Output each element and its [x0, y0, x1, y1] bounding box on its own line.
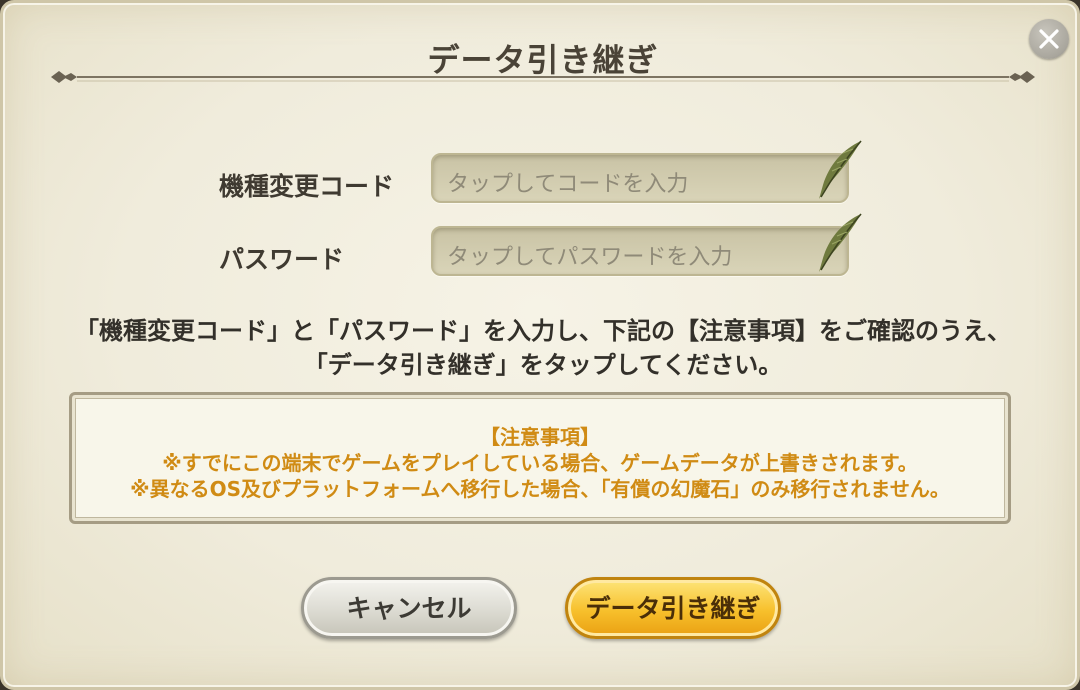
quill-pen-icon: [819, 140, 862, 199]
cancel-button[interactable]: キャンセル: [301, 577, 517, 639]
notice-line-1: ※すでにこの端末でゲームをプレイしている場合、ゲームデータが上書きされます。: [162, 451, 918, 475]
code-label: 機種変更コード: [219, 172, 395, 201]
code-placeholder: タップしてコードを入力: [447, 172, 689, 197]
notice-box: 【注意事項】 ※すでにこの端末でゲームをプレイしている場合、ゲームデータが上書き…: [69, 392, 1011, 524]
password-placeholder: タップしてパスワードを入力: [447, 245, 733, 270]
notice-heading: 【注意事項】: [480, 425, 600, 449]
instruction-line-1: 「機種変更コード」と「パスワード」を入力し、下記の【注意事項】をご確認のうえ、: [75, 317, 1011, 345]
password-input[interactable]: タップしてパスワードを入力: [431, 213, 862, 276]
code-input[interactable]: タップしてコードを入力: [431, 140, 862, 203]
quill-pen-icon: [819, 213, 862, 272]
instruction-line-2: 「データ引き継ぎ」をタップしてください。: [303, 351, 783, 379]
data-transfer-dialog: データ引き継ぎ 機種変更コード タップしてコードを入力 パスワード タップしてパ…: [0, 0, 1080, 690]
title-divider: [51, 71, 1035, 83]
password-label: パスワード: [219, 245, 345, 274]
data-transfer-button[interactable]: データ引き継ぎ: [565, 577, 781, 639]
notice-line-2: ※異なるOS及びプラットフォームへ移行した場合、「有償の幻魔石」のみ移行されませ…: [130, 477, 950, 501]
